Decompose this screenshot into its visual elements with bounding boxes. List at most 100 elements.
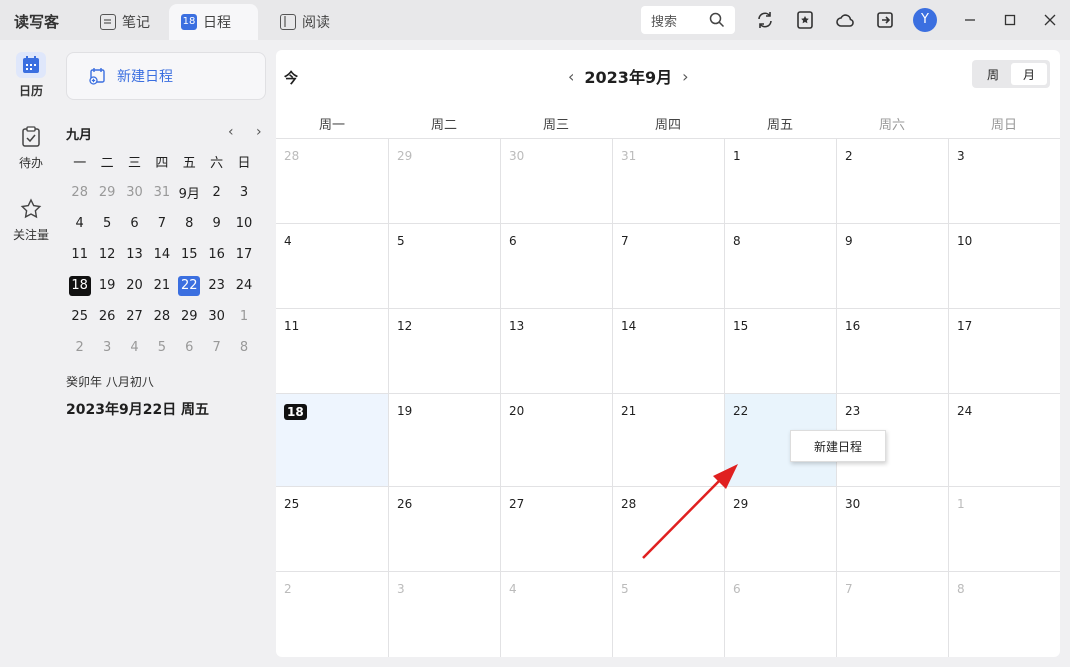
day-cell[interactable]: 2 <box>276 571 388 657</box>
cloud-icon[interactable] <box>835 10 855 30</box>
sync-icon[interactable] <box>755 10 775 30</box>
export-icon[interactable] <box>875 10 895 30</box>
day-cell[interactable]: 29 <box>388 138 500 223</box>
close-icon[interactable] <box>1040 10 1060 30</box>
day-cell[interactable]: 7 <box>836 571 948 657</box>
day-cell[interactable]: 21 <box>612 393 724 486</box>
day-cell[interactable]: 11 <box>276 308 388 393</box>
day-cell[interactable]: 20 <box>500 393 612 486</box>
day-cell[interactable]: 1 <box>724 138 836 223</box>
mini-day[interactable]: 9月 <box>176 177 203 208</box>
tab-notes[interactable]: 笔记 <box>88 4 162 40</box>
mini-day[interactable]: 5 <box>148 332 175 363</box>
day-cell[interactable]: 5 <box>388 223 500 308</box>
day-cell[interactable]: 3 <box>388 571 500 657</box>
day-cell[interactable]: 15 <box>724 308 836 393</box>
day-cell[interactable]: 27 <box>500 486 612 571</box>
mini-day[interactable]: 21 <box>148 270 175 301</box>
mini-day[interactable]: 28 <box>66 177 93 208</box>
day-cell[interactable]: 6 <box>500 223 612 308</box>
day-cell[interactable]: 2 <box>836 138 948 223</box>
mini-day[interactable]: 26 <box>93 301 120 332</box>
mini-day[interactable]: 30 <box>203 301 230 332</box>
mini-day[interactable]: 15 <box>176 239 203 270</box>
day-cell[interactable]: 31 <box>612 138 724 223</box>
mini-day[interactable]: 7 <box>148 208 175 239</box>
mini-day[interactable]: 25 <box>66 301 93 332</box>
day-cell[interactable]: 6 <box>724 571 836 657</box>
rail-item-todo[interactable]: 待办 <box>6 124 56 171</box>
tab-reading[interactable]: 阅读 <box>268 4 342 40</box>
avatar[interactable]: Y <box>913 8 937 32</box>
mini-day[interactable]: 16 <box>203 239 230 270</box>
mini-day[interactable]: 19 <box>93 270 120 301</box>
mini-day[interactable]: 3 <box>93 332 120 363</box>
day-cell[interactable]: 25 <box>276 486 388 571</box>
mini-day[interactable]: 12 <box>93 239 120 270</box>
day-cell[interactable]: 30 <box>836 486 948 571</box>
mini-day[interactable]: 13 <box>121 239 148 270</box>
day-cell[interactable]: 9 <box>836 223 948 308</box>
mini-day[interactable]: 31 <box>148 177 175 208</box>
mini-day[interactable]: 20 <box>121 270 148 301</box>
day-cell[interactable]: 29 <box>724 486 836 571</box>
mini-day[interactable]: 30 <box>121 177 148 208</box>
mini-day[interactable]: 6 <box>121 208 148 239</box>
day-cell[interactable]: 4 <box>500 571 612 657</box>
mini-day[interactable]: 17 <box>230 239 257 270</box>
day-cell[interactable]: 19 <box>388 393 500 486</box>
mini-day[interactable]: 14 <box>148 239 175 270</box>
mini-day[interactable]: 2 <box>66 332 93 363</box>
mini-day[interactable]: 9 <box>203 208 230 239</box>
view-month-button[interactable]: 月 <box>1011 63 1047 85</box>
day-cell[interactable]: 28 <box>612 486 724 571</box>
day-cell[interactable]: 18 <box>276 393 388 486</box>
mini-day[interactable]: 8 <box>176 208 203 239</box>
tab-schedule[interactable]: 18 日程 <box>169 4 258 40</box>
mini-day[interactable]: 8 <box>230 332 257 363</box>
prev-month-icon[interactable]: ‹ <box>568 67 574 86</box>
day-cell[interactable]: 10 <box>948 223 1060 308</box>
day-cell[interactable]: 8 <box>948 571 1060 657</box>
day-cell[interactable]: 17 <box>948 308 1060 393</box>
next-month-icon[interactable]: › <box>682 67 688 86</box>
mini-day[interactable]: 23 <box>203 270 230 301</box>
mini-day[interactable]: 29 <box>93 177 120 208</box>
day-cell[interactable]: 7 <box>612 223 724 308</box>
mini-day[interactable]: 11 <box>66 239 93 270</box>
day-cell[interactable]: 14 <box>612 308 724 393</box>
day-cell[interactable]: 4 <box>276 223 388 308</box>
mini-day-selected[interactable]: 22 <box>178 275 201 296</box>
context-menu-new-event[interactable]: 新建日程 <box>790 430 886 462</box>
mini-day[interactable]: 29 <box>176 301 203 332</box>
rail-item-starred[interactable]: 关注量 <box>6 196 56 243</box>
mini-day[interactable]: 24 <box>230 270 257 301</box>
mini-day[interactable]: 6 <box>176 332 203 363</box>
day-cell[interactable]: 24 <box>948 393 1060 486</box>
day-cell[interactable]: 13 <box>500 308 612 393</box>
mini-day[interactable]: 10 <box>230 208 257 239</box>
view-week-button[interactable]: 周 <box>975 63 1011 85</box>
day-cell[interactable]: 16 <box>836 308 948 393</box>
day-cell[interactable]: 5 <box>612 571 724 657</box>
day-cell[interactable]: 3 <box>948 138 1060 223</box>
today-button[interactable]: 今 <box>284 68 298 88</box>
search-input[interactable]: 搜索 <box>641 6 735 34</box>
mini-day[interactable]: 5 <box>93 208 120 239</box>
mini-day[interactable]: 7 <box>203 332 230 363</box>
new-event-button[interactable]: 新建日程 <box>66 52 266 100</box>
mini-day[interactable]: 28 <box>148 301 175 332</box>
maximize-icon[interactable] <box>1000 10 1020 30</box>
mini-day[interactable]: 27 <box>121 301 148 332</box>
mini-next-icon[interactable]: › <box>256 124 262 140</box>
day-cell[interactable]: 1 <box>948 486 1060 571</box>
day-cell[interactable]: 30 <box>500 138 612 223</box>
mini-day-today[interactable]: 18 <box>68 275 91 296</box>
rail-item-calendar[interactable]: 日历 <box>6 52 56 99</box>
mini-prev-icon[interactable]: ‹ <box>228 124 234 140</box>
day-cell[interactable]: 12 <box>388 308 500 393</box>
day-cell[interactable]: 28 <box>276 138 388 223</box>
mini-day[interactable]: 1 <box>230 301 257 332</box>
mini-day[interactable]: 4 <box>121 332 148 363</box>
day-cell[interactable]: 26 <box>388 486 500 571</box>
